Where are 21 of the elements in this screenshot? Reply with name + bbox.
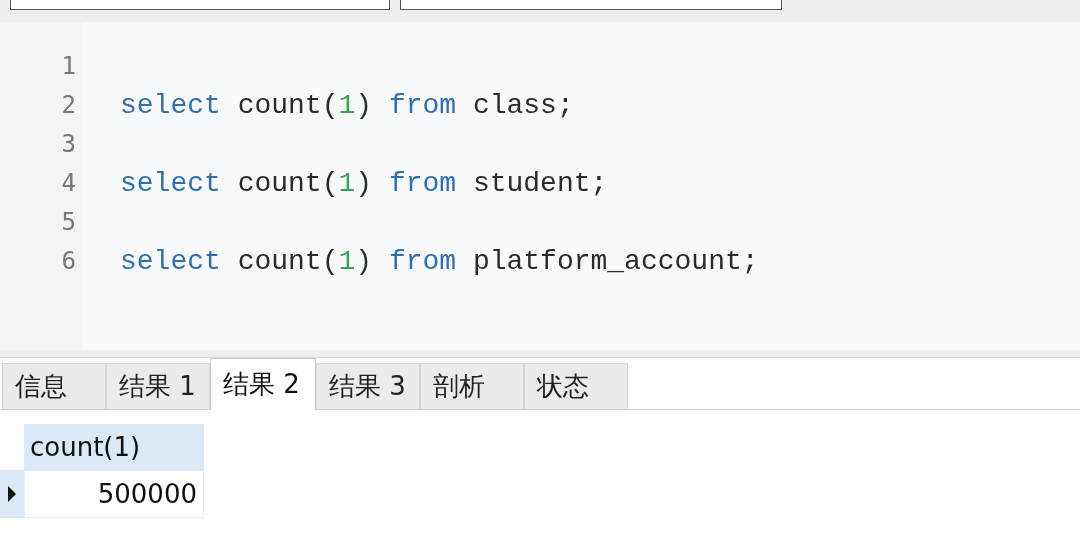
row-indicator[interactable] <box>0 470 24 518</box>
code-line: select count(1) from student; <box>120 168 608 199</box>
code-line: select count(1) from platform_account; <box>120 246 759 277</box>
line-number: 6 <box>61 246 76 277</box>
triangle-icon <box>7 485 17 503</box>
tab[interactable]: 状态 <box>524 363 628 409</box>
tab[interactable]: 结果 2 <box>210 358 316 410</box>
line-number: 4 <box>61 168 76 199</box>
tab[interactable]: 剖析 <box>420 363 524 409</box>
line-number: 1 <box>61 51 76 82</box>
input-field[interactable] <box>10 0 390 10</box>
table-cell: 500000 <box>24 470 204 518</box>
column-header[interactable]: count(1) <box>24 424 204 470</box>
line-number: 5 <box>61 207 76 238</box>
tab[interactable]: 结果 1 <box>106 363 210 409</box>
line-number: 2 <box>61 90 76 121</box>
line-number: 3 <box>61 129 76 160</box>
code-line: select count(1) from class; <box>120 90 574 121</box>
input-field[interactable] <box>400 0 782 10</box>
tab[interactable]: 结果 3 <box>316 363 420 409</box>
tab[interactable]: 信息 <box>2 363 106 409</box>
